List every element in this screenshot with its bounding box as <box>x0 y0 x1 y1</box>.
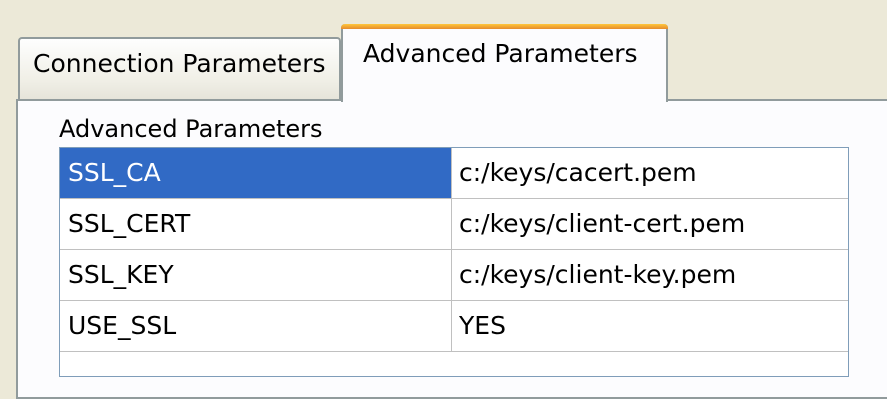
tab-label: Connection Parameters <box>33 49 326 78</box>
table-row[interactable]: SSL_KEY c:/keys/client-key.pem <box>60 250 848 301</box>
table-row[interactable]: USE_SSL YES <box>60 301 848 352</box>
table-row[interactable]: SSL_CERT c:/keys/client-cert.pem <box>60 199 848 250</box>
group-label: Advanced Parameters <box>59 115 323 143</box>
parameter-name-cell[interactable]: SSL_CERT <box>60 199 452 249</box>
parameter-name-cell[interactable]: SSL_CA <box>60 148 452 198</box>
tab-label: Advanced Parameters <box>363 39 638 68</box>
parameter-value-cell[interactable]: c:/keys/client-key.pem <box>452 250 848 300</box>
parameter-value-cell[interactable]: YES <box>452 301 848 351</box>
parameter-value-cell[interactable]: c:/keys/client-cert.pem <box>452 199 848 249</box>
active-tab-highlight <box>341 24 668 29</box>
parameters-grid: SSL_CA c:/keys/cacert.pem SSL_CERT c:/ke… <box>59 147 849 377</box>
parameter-value-cell[interactable]: c:/keys/cacert.pem <box>452 148 848 198</box>
parameter-name-cell[interactable]: USE_SSL <box>60 301 452 351</box>
table-row[interactable]: SSL_CA c:/keys/cacert.pem <box>60 148 848 199</box>
tab-advanced-parameters[interactable]: Advanced Parameters <box>341 24 668 102</box>
parameter-name-cell[interactable]: SSL_KEY <box>60 250 452 300</box>
tab-connection-parameters[interactable]: Connection Parameters <box>18 37 341 99</box>
dialog-window: Connection Parameters Advanced Parameter… <box>0 0 887 399</box>
